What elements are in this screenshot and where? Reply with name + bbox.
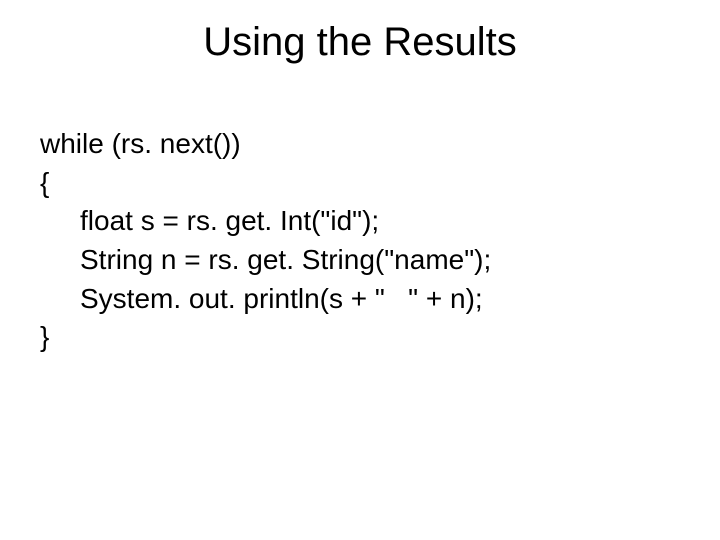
code-line-3: float s = rs. get. Int("id"); [40, 202, 680, 241]
code-line-2: { [40, 164, 680, 203]
slide-body: while (rs. next()) { float s = rs. get. … [40, 125, 680, 357]
code-line-6: } [40, 318, 680, 357]
code-line-1: while (rs. next()) [40, 125, 680, 164]
code-line-5: System. out. println(s + " " + n); [40, 280, 680, 319]
code-line-4: String n = rs. get. String("name"); [40, 241, 680, 280]
slide-title: Using the Results [0, 20, 720, 65]
slide: Using the Results while (rs. next()) { f… [0, 0, 720, 540]
